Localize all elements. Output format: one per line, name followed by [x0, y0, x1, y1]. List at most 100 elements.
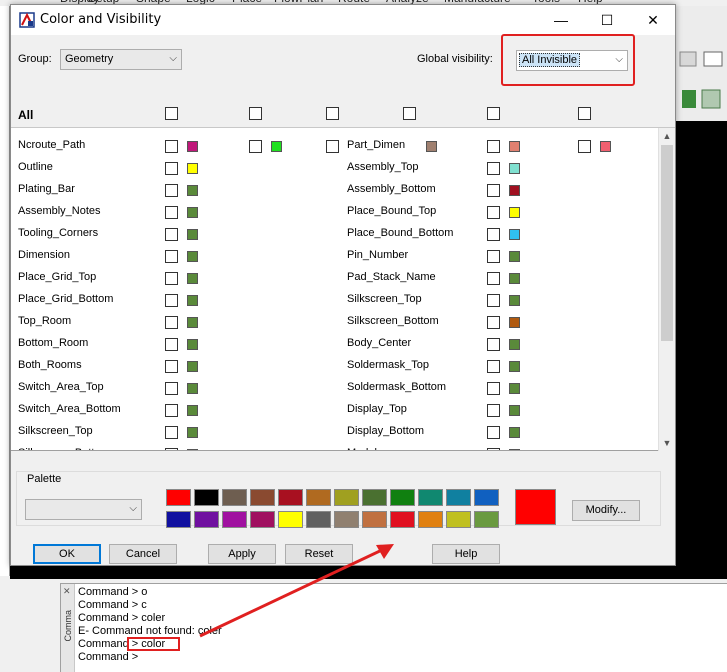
ok-button[interactable]: OK	[33, 544, 101, 564]
layer-color-swatch[interactable]	[187, 383, 198, 394]
layer-visible-checkbox[interactable]	[249, 140, 262, 153]
layer-color-swatch[interactable]	[600, 141, 611, 152]
layer-list-scrollbar[interactable]: ▲ ▼	[658, 128, 675, 451]
title-bar[interactable]: Color and Visibility — ☐ ✕	[11, 5, 675, 35]
layer-visible-checkbox[interactable]	[165, 272, 178, 285]
layer-color-swatch[interactable]	[187, 339, 198, 350]
palette-color-swatch[interactable]	[194, 511, 219, 528]
layer-visible-checkbox[interactable]	[487, 228, 500, 241]
maximize-button[interactable]: ☐	[584, 5, 630, 35]
layer-visible-checkbox[interactable]	[487, 272, 500, 285]
layer-color-swatch[interactable]	[187, 405, 198, 416]
layer-color-swatch[interactable]	[509, 251, 520, 262]
palette-color-swatch[interactable]	[334, 511, 359, 528]
layer-color-swatch[interactable]	[187, 185, 198, 196]
palette-color-swatch[interactable]	[418, 489, 443, 506]
design-canvas-lower[interactable]	[10, 566, 676, 579]
layer-visible-checkbox[interactable]	[487, 206, 500, 219]
all-checkbox-col2[interactable]	[249, 107, 262, 120]
layer-visible-checkbox[interactable]	[326, 140, 339, 153]
palette-color-swatch[interactable]	[166, 489, 191, 506]
layer-visible-checkbox[interactable]	[165, 294, 178, 307]
layer-color-swatch[interactable]	[509, 207, 520, 218]
layer-visible-checkbox[interactable]	[165, 382, 178, 395]
layer-color-swatch[interactable]	[509, 361, 520, 372]
layer-color-swatch[interactable]	[509, 273, 520, 284]
layer-visible-checkbox[interactable]	[487, 294, 500, 307]
palette-color-swatch[interactable]	[334, 489, 359, 506]
palette-color-swatch[interactable]	[446, 511, 471, 528]
palette-color-swatch[interactable]	[166, 511, 191, 528]
layer-color-swatch[interactable]	[509, 141, 520, 152]
palette-color-swatch[interactable]	[222, 489, 247, 506]
layer-color-swatch[interactable]	[187, 449, 198, 450]
palette-color-swatch[interactable]	[418, 511, 443, 528]
palette-color-swatch[interactable]	[474, 511, 499, 528]
command-input-line[interactable]: Command >	[78, 651, 222, 664]
layer-color-swatch[interactable]	[509, 405, 520, 416]
group-select[interactable]: Geometry ⌵	[60, 49, 182, 70]
layer-color-swatch[interactable]	[187, 229, 198, 240]
reset-button[interactable]: Reset	[285, 544, 353, 564]
all-checkbox-col1[interactable]	[165, 107, 178, 120]
apply-button[interactable]: Apply	[208, 544, 276, 564]
palette-color-swatch[interactable]	[390, 489, 415, 506]
layer-visible-checkbox[interactable]	[487, 448, 500, 450]
palette-color-swatch[interactable]	[446, 489, 471, 506]
scroll-up-icon[interactable]: ▲	[659, 128, 675, 144]
modify-button[interactable]: Modify...	[572, 500, 640, 521]
layer-visible-checkbox[interactable]	[165, 426, 178, 439]
palette-color-swatch[interactable]	[306, 511, 331, 528]
palette-color-swatch[interactable]	[250, 489, 275, 506]
layer-visible-checkbox[interactable]	[487, 250, 500, 263]
layer-color-swatch[interactable]	[509, 383, 520, 394]
all-checkbox-col4[interactable]	[403, 107, 416, 120]
layer-color-swatch[interactable]	[509, 339, 520, 350]
layer-visible-checkbox[interactable]	[165, 360, 178, 373]
layer-visible-checkbox[interactable]	[165, 228, 178, 241]
layer-color-swatch[interactable]	[187, 361, 198, 372]
layer-color-swatch[interactable]	[509, 449, 520, 450]
layer-color-swatch[interactable]	[187, 251, 198, 262]
scrollbar-thumb[interactable]	[661, 145, 673, 341]
layer-visible-checkbox[interactable]	[487, 404, 500, 417]
palette-color-swatch[interactable]	[222, 511, 247, 528]
layer-color-swatch[interactable]	[509, 163, 520, 174]
close-icon[interactable]: ✕	[63, 586, 71, 597]
layer-color-swatch[interactable]	[187, 427, 198, 438]
layer-visible-checkbox[interactable]	[165, 162, 178, 175]
layer-color-swatch[interactable]	[509, 295, 520, 306]
layer-visible-checkbox[interactable]	[165, 338, 178, 351]
layer-visible-checkbox[interactable]	[165, 206, 178, 219]
help-button[interactable]: Help	[432, 544, 500, 564]
layer-visible-checkbox[interactable]	[165, 184, 178, 197]
palette-color-swatch[interactable]	[362, 489, 387, 506]
cancel-button[interactable]: Cancel	[109, 544, 177, 564]
minimize-button[interactable]: —	[538, 5, 584, 35]
layer-color-swatch[interactable]	[509, 185, 520, 196]
close-button[interactable]: ✕	[630, 5, 676, 35]
layer-color-swatch[interactable]	[271, 141, 282, 152]
all-checkbox-col3[interactable]	[326, 107, 339, 120]
layer-visible-checkbox[interactable]	[165, 250, 178, 263]
layer-color-swatch[interactable]	[187, 273, 198, 284]
layer-visible-checkbox[interactable]	[487, 382, 500, 395]
palette-color-swatch[interactable]	[278, 489, 303, 506]
layer-visible-checkbox[interactable]	[487, 184, 500, 197]
layer-color-swatch[interactable]	[187, 163, 198, 174]
palette-color-swatch[interactable]	[278, 511, 303, 528]
palette-select[interactable]: ⌵	[25, 499, 142, 520]
layer-visible-checkbox[interactable]	[165, 448, 178, 450]
layer-visible-checkbox[interactable]	[578, 140, 591, 153]
palette-color-swatch[interactable]	[362, 511, 387, 528]
design-canvas[interactable]	[676, 121, 727, 579]
palette-color-swatch[interactable]	[474, 489, 499, 506]
layer-visible-checkbox[interactable]	[487, 140, 500, 153]
scroll-down-icon[interactable]: ▼	[659, 435, 675, 451]
layer-color-swatch[interactable]	[187, 317, 198, 328]
layer-color-swatch[interactable]	[509, 229, 520, 240]
palette-color-swatch[interactable]	[390, 511, 415, 528]
layer-color-swatch[interactable]	[187, 295, 198, 306]
layer-visible-checkbox[interactable]	[487, 316, 500, 329]
layer-visible-checkbox[interactable]	[487, 360, 500, 373]
